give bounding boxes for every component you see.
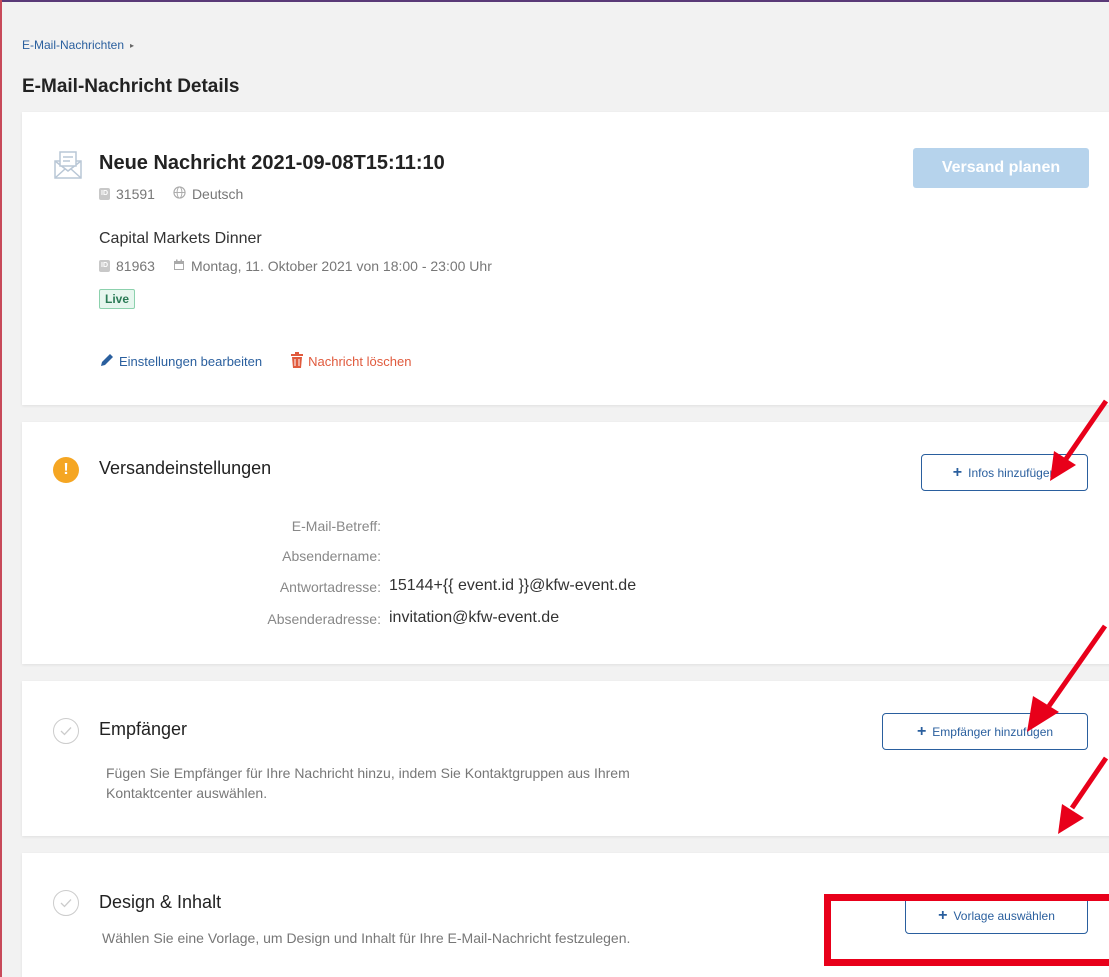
trash-icon [290,352,304,371]
field-row-sender-address: Absenderadresse: invitation@kfw-event.de [22,609,560,627]
shipping-settings-card: ! Versandeinstellungen + Infos hinzufüge… [22,422,1109,664]
calendar-icon [173,258,185,274]
window-top-border [0,0,1109,2]
annotation-arrow [1050,399,1109,481]
field-row-reply-address: Antwortadresse: 15144+{{ event.id }}@kfw… [22,577,637,595]
annotation-arrow [1058,756,1109,834]
globe-icon [173,186,186,202]
id-icon: ID [99,188,110,200]
recipients-title: Empfänger [99,719,188,739]
event-date: Montag, 11. Oktober 2021 von 18:00 - 23:… [190,258,492,274]
plus-icon: + [952,463,963,481]
design-content-title: Design & Inhalt [99,892,222,912]
event-meta: ID 81963 Montag, 11. Oktober 2021 von 18… [99,258,492,274]
check-circle-icon [53,718,79,744]
recipients-description-line: Fügen Sie Empfänger für Ihre Nachricht h… [106,765,630,781]
recipients-description-line: Kontaktcenter auswählen. [106,785,268,801]
message-summary-card: Neue Nachricht 2021-09-08T15:11:10 ID 31… [22,112,1109,405]
check-circle-icon [53,890,79,916]
status-badge: Live [99,289,136,309]
breadcrumb-caret-icon: ▸ [130,40,135,50]
message-language: Deutsch [191,186,244,202]
delete-message-label: Nachricht löschen [308,354,412,369]
field-label: Antwortadresse: [279,579,381,595]
edit-settings-link[interactable]: Einstellungen bearbeiten [99,352,262,371]
field-label: E-Mail-Betreff: [291,518,381,534]
delete-message-link[interactable]: Nachricht löschen [290,352,411,371]
pencil-icon [99,352,115,371]
schedule-send-button[interactable]: Versand planen [913,148,1089,188]
message-meta: ID 31591 Deutsch [99,186,243,202]
warning-icon: ! [53,457,79,483]
message-title: Neue Nachricht 2021-09-08T15:11:10 [99,152,445,174]
field-label: Absendername: [282,548,381,564]
breadcrumb-link-email-messages[interactable]: E-Mail-Nachrichten [22,38,124,52]
recipients-card: Empfänger + Empfänger hinzufügen Fügen S… [22,681,1109,836]
id-icon: ID [99,260,110,272]
design-content-description: Wählen Sie eine Vorlage, um Design und I… [102,930,631,946]
field-row-subject: E-Mail-Betreff: [22,518,389,534]
window-left-border [0,0,2,977]
message-actions: Einstellungen bearbeiten Nachricht lösch… [99,352,411,371]
annotation-arrow [1027,624,1108,732]
field-value: 15144+{{ event.id }}@kfw-event.de [389,577,637,594]
event-id: 81963 [116,258,155,274]
plus-icon: + [916,722,927,740]
message-id: 31591 [116,186,155,202]
field-label: Absenderadresse: [267,611,381,627]
field-row-sender-name: Absendername: [22,548,389,564]
edit-settings-label: Einstellungen bearbeiten [119,354,263,369]
breadcrumb: E-Mail-Nachrichten ▸ [22,38,134,52]
annotation-highlight-box [824,894,1109,966]
envelope-icon [52,149,84,186]
shipping-settings-title: Versandeinstellungen [99,458,272,478]
event-name: Capital Markets Dinner [99,230,262,247]
page-title: E-Mail-Nachricht Details [22,76,240,97]
field-value: invitation@kfw-event.de [389,609,560,626]
recipients-description: Fügen Sie Empfänger für Ihre Nachricht h… [106,763,630,803]
